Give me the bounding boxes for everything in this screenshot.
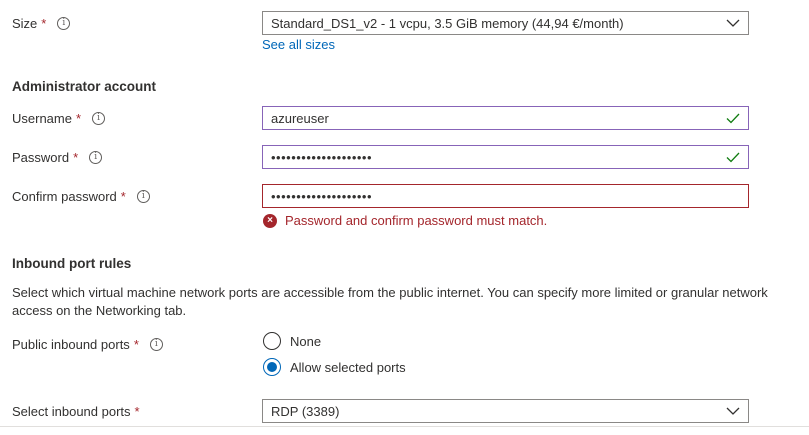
select-inbound-ports-label-text: Select inbound ports — [12, 403, 131, 419]
select-inbound-ports-value: RDP (3389) — [271, 403, 340, 419]
required-marker: * — [75, 110, 82, 126]
see-all-sizes-link[interactable]: See all sizes — [262, 37, 335, 52]
confirm-password-input-value: •••••••••••••••••••• — [271, 188, 373, 204]
confirm-password-error: × Password and confirm password must mat… — [263, 213, 547, 228]
select-inbound-ports-label: Select inbound ports * — [12, 400, 140, 422]
password-input-value: •••••••••••••••••••• — [271, 149, 373, 165]
username-label-text: Username — [12, 110, 72, 126]
select-inbound-ports-dropdown[interactable]: RDP (3389) — [262, 399, 749, 423]
radio-button-checked[interactable] — [263, 358, 281, 376]
chevron-down-icon — [726, 19, 740, 28]
required-marker: * — [73, 149, 79, 165]
section-title-administrator-account: Administrator account — [12, 79, 157, 94]
required-marker: * — [133, 336, 139, 352]
size-label: Size * i — [12, 12, 71, 34]
radio-option-label: None — [290, 333, 322, 349]
chevron-down-icon — [726, 407, 740, 416]
public-inbound-ports-label-text: Public inbound ports — [12, 336, 130, 352]
radio-option-label: Allow selected ports — [290, 359, 406, 375]
checkmark-icon — [726, 152, 740, 163]
confirm-password-label: Confirm password * i — [12, 185, 150, 207]
info-icon[interactable]: i — [149, 337, 163, 351]
username-input[interactable]: azureuser — [262, 106, 749, 130]
required-marker: * — [41, 15, 47, 31]
confirm-password-input[interactable]: •••••••••••••••••••• — [262, 184, 749, 208]
password-input[interactable]: •••••••••••••••••••• — [262, 145, 749, 169]
error-message: Password and confirm password must match… — [285, 213, 548, 228]
confirm-password-label-text: Confirm password — [12, 188, 117, 204]
radio-option-none[interactable]: None — [263, 330, 321, 352]
size-dropdown[interactable]: Standard_DS1_v2 - 1 vcpu, 3.5 GiB memory… — [262, 11, 749, 35]
info-icon[interactable]: i — [89, 150, 103, 164]
required-marker: * — [120, 188, 126, 204]
divider — [0, 426, 809, 427]
checkmark-icon — [726, 113, 740, 124]
public-inbound-ports-label: Public inbound ports * i — [12, 333, 163, 355]
inbound-description: Select which virtual machine network por… — [12, 285, 768, 318]
info-icon[interactable]: i — [136, 189, 150, 203]
info-icon[interactable]: i — [92, 111, 106, 125]
password-label-text: Password — [12, 149, 70, 165]
error-circle-icon: × — [263, 213, 277, 228]
size-label-text: Size — [12, 15, 38, 31]
username-label: Username * i — [12, 107, 106, 129]
size-dropdown-value: Standard_DS1_v2 - 1 vcpu, 3.5 GiB memory… — [271, 15, 624, 31]
password-label: Password * i — [12, 146, 103, 168]
radio-button-unchecked[interactable] — [263, 332, 281, 350]
info-icon[interactable]: i — [57, 16, 71, 30]
section-title-inbound-port-rules: Inbound port rules — [12, 256, 132, 271]
username-input-value: azureuser — [271, 110, 329, 126]
radio-option-allow-selected-ports[interactable]: Allow selected ports — [263, 356, 406, 378]
required-marker: * — [134, 403, 140, 419]
